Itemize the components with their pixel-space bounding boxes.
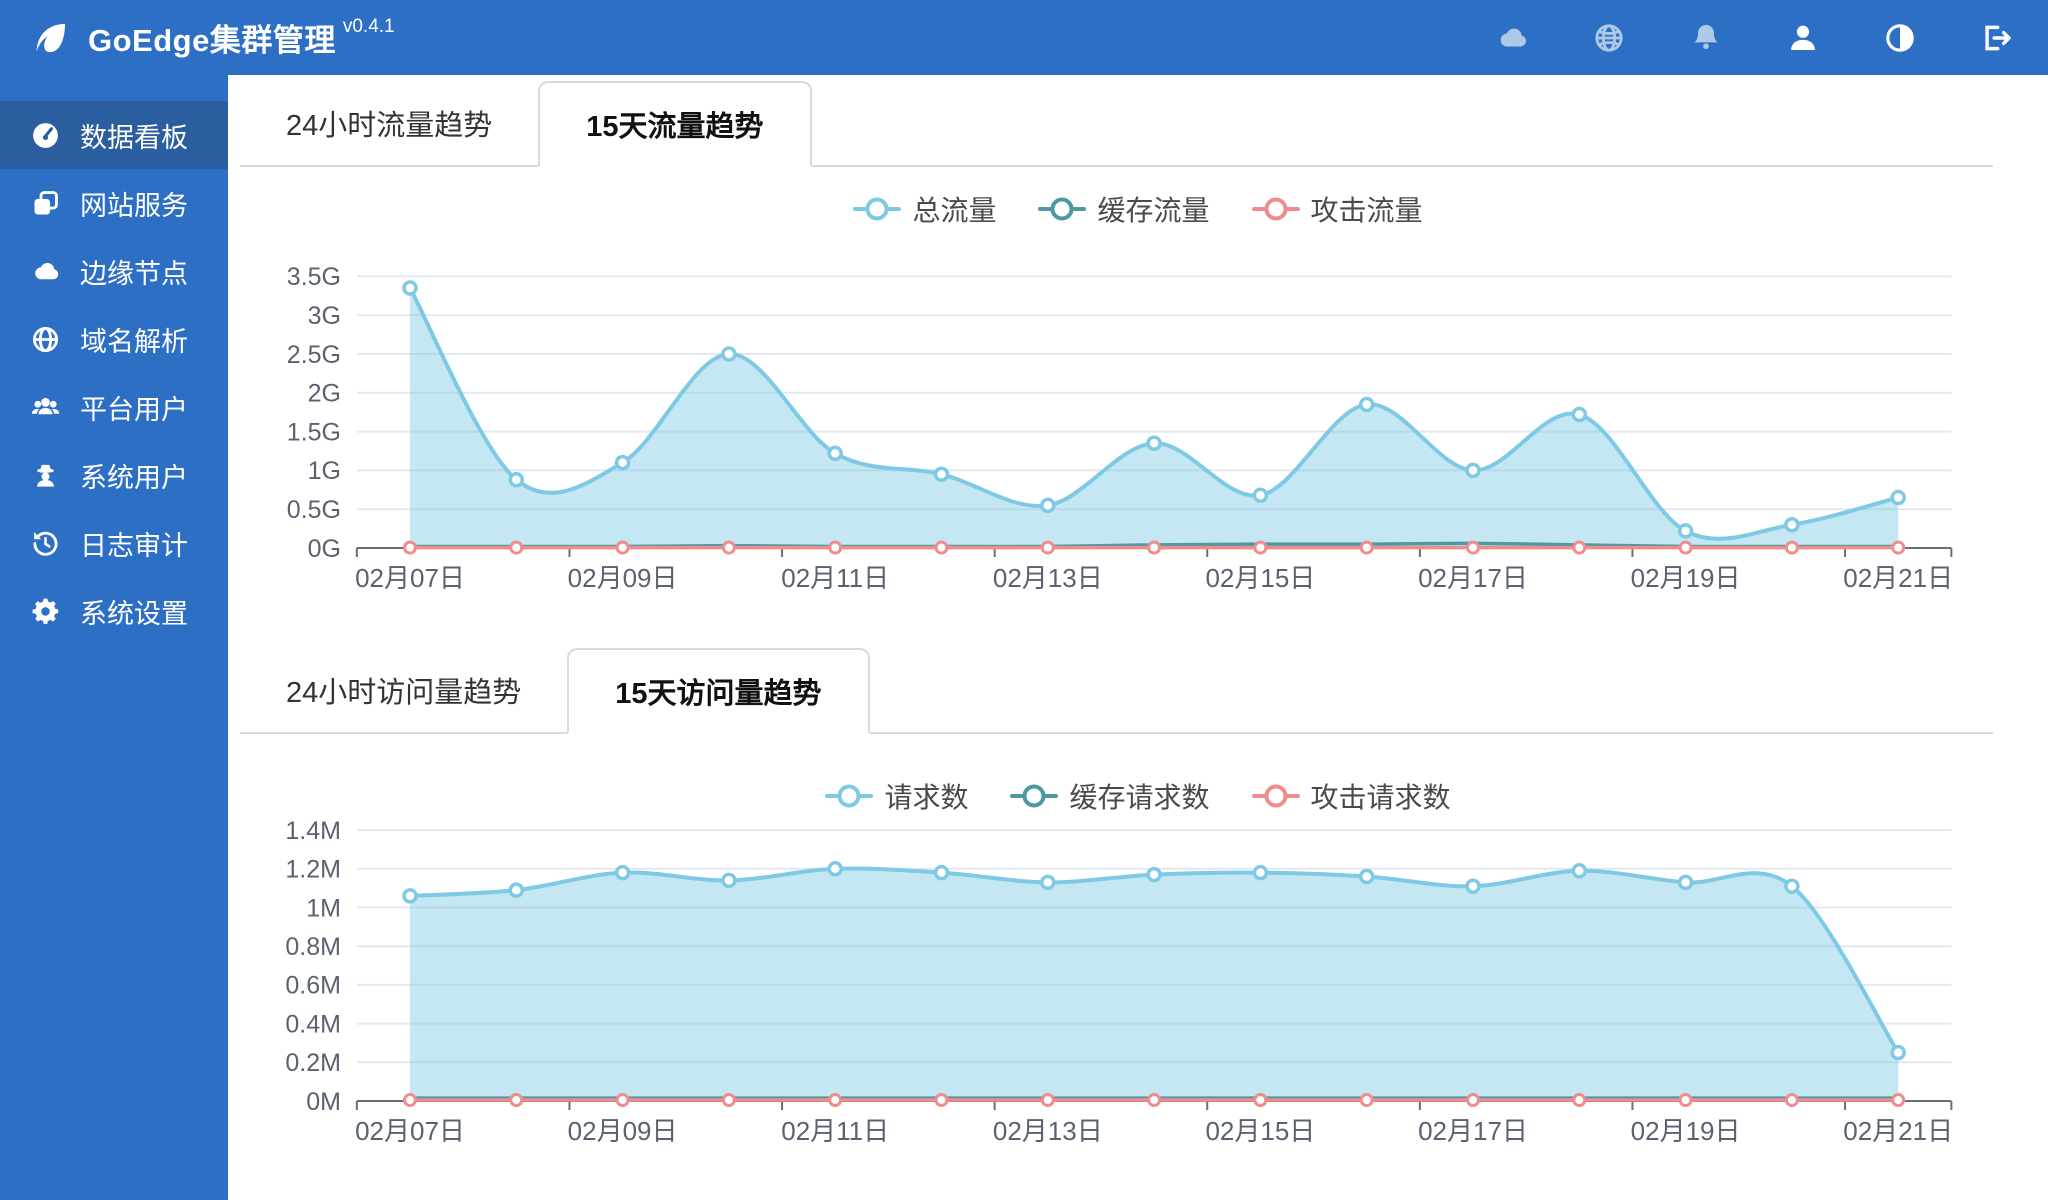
- legend-marker: [853, 197, 902, 221]
- svg-text:3.5G: 3.5G: [287, 263, 341, 291]
- svg-text:0.5G: 0.5G: [287, 496, 341, 524]
- app-version: v0.4.1: [342, 15, 395, 37]
- svg-text:3G: 3G: [308, 302, 341, 330]
- sidebar-item-audit-log[interactable]: 日志审计: [0, 509, 228, 577]
- sidebar-item-settings[interactable]: 系统设置: [0, 577, 228, 645]
- svg-text:02月13日: 02月13日: [993, 1116, 1103, 1146]
- sidebar-item-dashboard[interactable]: 数据看板: [0, 101, 228, 169]
- svg-text:02月15日: 02月15日: [1205, 563, 1315, 593]
- svg-text:0.8M: 0.8M: [285, 933, 341, 961]
- sidebar-nav: 数据看板 网站服务 边缘节点 域名解析 平台用户 系统用户 日志审计 系统设置: [0, 75, 228, 1200]
- sidebar-item-dns[interactable]: 域名解析: [0, 305, 228, 373]
- sidebar-item-sites[interactable]: 网站服务: [0, 169, 228, 237]
- traffic-trend-chart[interactable]: 0G 0.5G 1G 1.5G 2G 2.5G 3G 3.5G 02月07日 02月09日 02月1…: [228, 231, 2048, 611]
- requests-trend-tabs: 24小时访问量趋势 15天访问量趋势: [240, 648, 1993, 734]
- tab-traffic-15d[interactable]: 15天流量趋势: [538, 81, 812, 167]
- users-icon: [31, 397, 60, 414]
- sidebar-item-label: 平台用户: [80, 394, 188, 425]
- svg-text:1G: 1G: [308, 457, 341, 485]
- sidebar-item-platform-users[interactable]: 平台用户: [0, 373, 228, 441]
- requests-chart-legend: 请求数 缓存请求数 攻击请求数: [228, 774, 2048, 818]
- svg-text:02月19日: 02月19日: [1631, 1116, 1741, 1146]
- sidebar-item-label: 数据看板: [80, 122, 188, 153]
- series-0: [402, 280, 1906, 548]
- svg-text:02月07日: 02月07日: [355, 1116, 465, 1146]
- legend-item-attack-requests[interactable]: 攻击请求数: [1251, 776, 1451, 816]
- legend-item-requests[interactable]: 请求数: [825, 776, 968, 816]
- svg-text:02月17日: 02月17日: [1418, 563, 1528, 593]
- sidebar-item-label: 网站服务: [80, 190, 188, 221]
- svg-text:02月19日: 02月19日: [1631, 563, 1741, 593]
- x-axis-labels: 02月07日 02月09日 02月11日 02月13日 02月15日 02月17日 02月1…: [355, 1116, 1953, 1146]
- svg-text:1.5G: 1.5G: [287, 418, 341, 446]
- legend-marker: [1251, 784, 1300, 808]
- y-axis-labels: 0M 0.2M 0.4M 0.6M 0.8M 1M 1.2M 1.4M: [285, 818, 341, 1116]
- history-icon: [33, 531, 58, 556]
- svg-text:02月09日: 02月09日: [568, 563, 678, 593]
- app-title: GoEdge集群管理: [88, 23, 336, 58]
- svg-text:02月11日: 02月11日: [781, 1116, 889, 1146]
- traffic-trend-tabs: 24小时流量趋势 15天流量趋势: [240, 81, 1993, 167]
- top-header-bar: GoEdge集群管理 v0.4.1: [0, 0, 2048, 75]
- logout-icon[interactable]: [1980, 21, 2014, 55]
- svg-text:1.2M: 1.2M: [285, 856, 341, 884]
- tab-requests-24h[interactable]: 24小时访问量趋势: [240, 648, 567, 732]
- cloud-icon: [35, 262, 59, 279]
- legend-item-attack-traffic[interactable]: 攻击流量: [1251, 189, 1423, 229]
- legend-marker: [1038, 197, 1087, 221]
- series-0: [402, 861, 1906, 1101]
- sidebar-item-system-users[interactable]: 系统用户: [0, 441, 228, 509]
- main-content: 24小时流量趋势 15天流量趋势 总流量 缓存流量 攻击流量 0G 0.5G 1…: [228, 75, 2048, 1200]
- sidebar-item-label: 系统设置: [80, 598, 188, 629]
- svg-text:0.4M: 0.4M: [285, 1010, 341, 1038]
- cloud-icon[interactable]: [1495, 21, 1529, 55]
- svg-text:2G: 2G: [308, 380, 341, 408]
- legend-item-cache-traffic[interactable]: 缓存流量: [1038, 189, 1210, 229]
- bell-icon[interactable]: [1689, 21, 1723, 55]
- svg-text:2.5G: 2.5G: [287, 341, 341, 369]
- contrast-icon[interactable]: [1883, 21, 1917, 55]
- legend-marker: [1251, 197, 1300, 221]
- traffic-chart-legend: 总流量 缓存流量 攻击流量: [228, 187, 2048, 231]
- sites-icon: [34, 190, 58, 214]
- svg-text:02月07日: 02月07日: [355, 563, 465, 593]
- globe-icon[interactable]: [1592, 21, 1626, 55]
- svg-text:1M: 1M: [306, 894, 341, 922]
- svg-text:1.4M: 1.4M: [285, 818, 341, 845]
- sidebar-item-label: 日志审计: [80, 530, 188, 561]
- gear-icon: [32, 598, 59, 624]
- x-axis-labels: 02月07日 02月09日 02月11日 02月13日 02月15日 02月17日 02月1…: [355, 563, 1953, 593]
- svg-text:0.2M: 0.2M: [285, 1049, 341, 1077]
- legend-marker: [1010, 784, 1059, 808]
- requests-trend-chart[interactable]: 0M 0.2M 0.4M 0.6M 0.8M 1M 1.2M 1.4M 02月07日 02月09日…: [228, 818, 2048, 1168]
- sidebar-item-label: 边缘节点: [80, 258, 188, 289]
- svg-text:0.6M: 0.6M: [285, 972, 341, 1000]
- y-axis-labels: 0G 0.5G 1G 1.5G 2G 2.5G 3G 3.5G: [287, 263, 341, 563]
- dashboard-icon: [33, 122, 58, 148]
- header-icon-group: [1495, 21, 2014, 55]
- user-icon[interactable]: [1786, 21, 1820, 55]
- svg-text:02月13日: 02月13日: [993, 563, 1103, 593]
- svg-text:0M: 0M: [306, 1088, 341, 1116]
- svg-text:02月11日: 02月11日: [781, 563, 889, 593]
- tab-traffic-24h[interactable]: 24小时流量趋势: [240, 81, 538, 165]
- svg-text:02月21日: 02月21日: [1843, 1116, 1953, 1146]
- svg-text:02月09日: 02月09日: [568, 1116, 678, 1146]
- legend-item-total-traffic[interactable]: 总流量: [853, 189, 996, 229]
- goedge-leaf-logo-icon: [36, 23, 65, 52]
- sidebar-item-label: 系统用户: [80, 462, 188, 493]
- legend-marker: [825, 784, 874, 808]
- sidebar-item-edge-nodes[interactable]: 边缘节点: [0, 237, 228, 305]
- svg-text:0G: 0G: [308, 535, 341, 563]
- globe-icon: [32, 326, 59, 352]
- legend-item-cache-requests[interactable]: 缓存请求数: [1010, 776, 1210, 816]
- svg-text:02月21日: 02月21日: [1843, 563, 1953, 593]
- admin-user-icon: [37, 464, 54, 487]
- svg-text:02月17日: 02月17日: [1418, 1116, 1528, 1146]
- sidebar-item-label: 域名解析: [80, 326, 188, 357]
- goedge-admin-page: GoEdge集群管理 v0.4.1 数据看板 网站服务 边缘节点 域名解析 平台…: [0, 0, 2048, 1200]
- svg-text:02月15日: 02月15日: [1205, 1116, 1315, 1146]
- tab-requests-15d[interactable]: 15天访问量趋势: [567, 648, 870, 734]
